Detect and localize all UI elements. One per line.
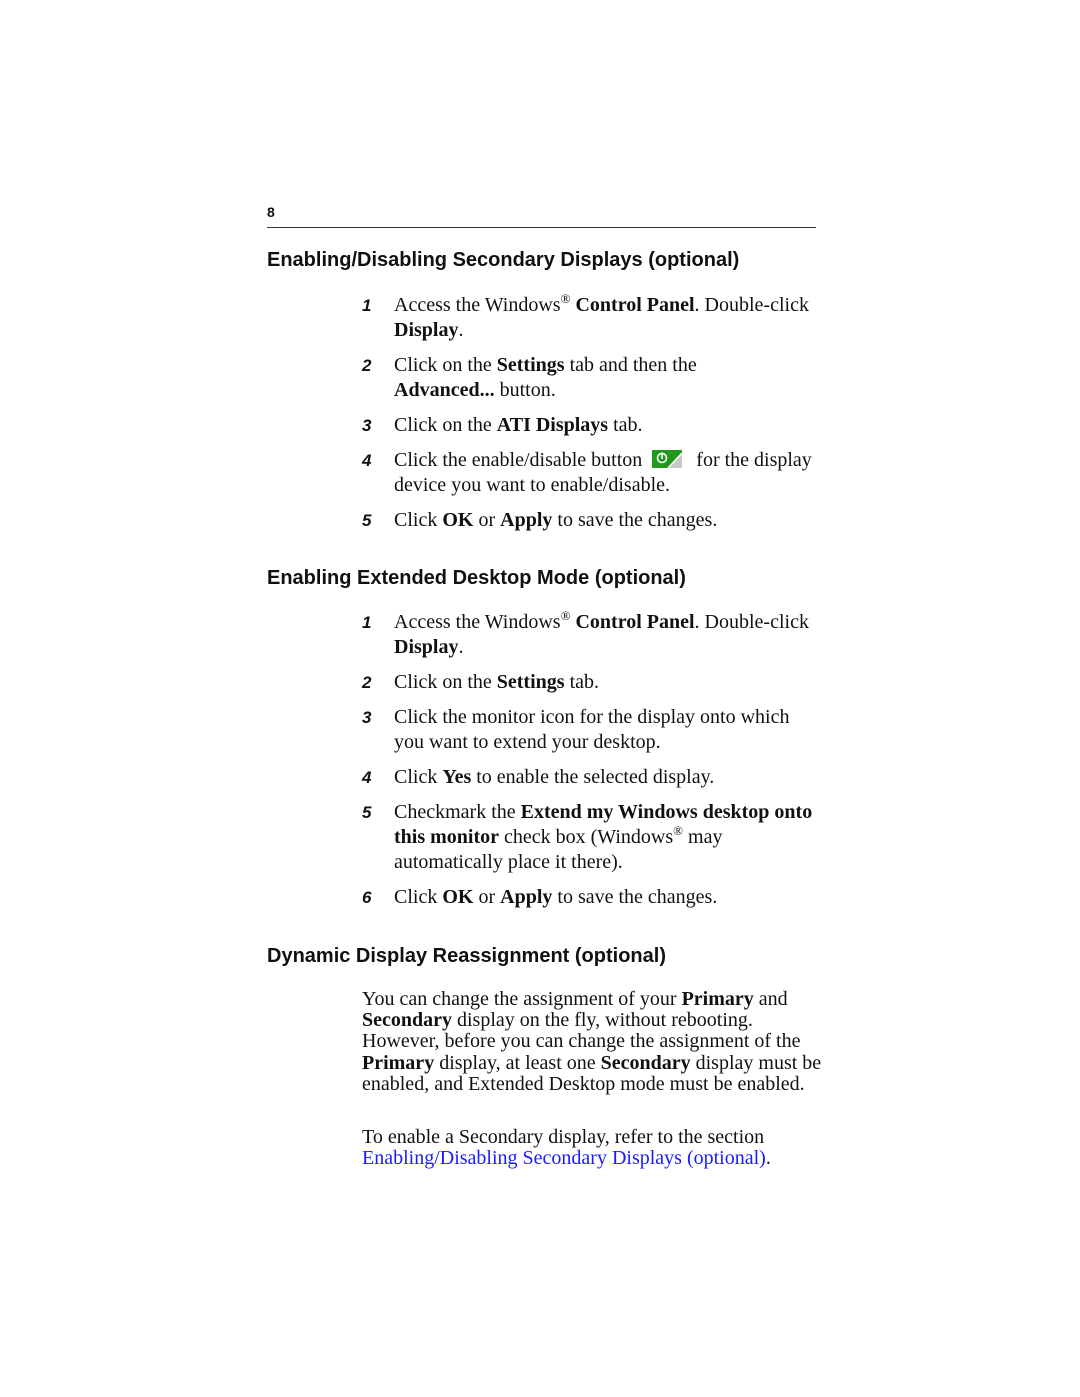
step-text: Click Yes to enable the selected display… (394, 766, 715, 788)
step-item: 3 Click on the ATI Displays tab. (362, 413, 822, 438)
body-paragraph-reference: To enable a Secondary display, refer to … (362, 1126, 771, 1170)
step-number: 5 (362, 803, 372, 822)
section-heading-dynamic-reassignment: Dynamic Display Reassignment (optional) (267, 945, 666, 967)
step-number: 4 (362, 768, 372, 787)
steps-list-extended-desktop: 1 Access the Windows® Control Panel. Dou… (362, 608, 822, 920)
header-rule (267, 227, 816, 228)
step-text: Click the monitor icon for the display o… (394, 706, 790, 753)
step-text: Click on the Settings tab. (394, 671, 599, 693)
step-item: 2 Click on the Settings tab. (362, 670, 822, 695)
steps-list-enable-disable: 1 Access the Windows® Control Panel. Dou… (362, 291, 822, 543)
step-text: Click on the Settings tab and then the A… (394, 354, 697, 401)
step-number: 3 (362, 416, 372, 435)
step-text: Click on the ATI Displays tab. (394, 414, 643, 436)
step-number: 2 (362, 673, 372, 692)
step-number: 4 (362, 451, 372, 470)
step-text: Click OK or Apply to save the changes. (394, 886, 718, 908)
step-text: Click the enable/disable button for the d… (394, 449, 812, 496)
step-item: 1 Access the Windows® Control Panel. Dou… (362, 291, 822, 343)
section-heading-extended-desktop: Enabling Extended Desktop Mode (optional… (267, 567, 686, 589)
step-text: Access the Windows® Control Panel. Doubl… (394, 291, 809, 341)
page-number: 8 (267, 204, 275, 220)
step-number: 2 (362, 356, 372, 375)
step-item: 5 Checkmark the Extend my Windows deskto… (362, 800, 822, 875)
step-item: 4 Click Yes to enable the selected displ… (362, 765, 822, 790)
step-item: 3 Click the monitor icon for the display… (362, 705, 822, 755)
step-number: 1 (362, 296, 372, 315)
section-heading-enable-disable: Enabling/Disabling Secondary Displays (o… (267, 249, 740, 271)
section-cross-reference-link[interactable]: Enabling/Disabling Secondary Displays (o… (362, 1147, 766, 1169)
step-number: 5 (362, 511, 372, 530)
enable-disable-button-icon (652, 450, 683, 469)
step-number: 6 (362, 888, 372, 907)
step-item: 5 Click OK or Apply to save the changes. (362, 508, 822, 533)
step-text: Click OK or Apply to save the changes. (394, 509, 718, 531)
step-item: 2 Click on the Settings tab and then the… (362, 353, 822, 403)
step-item: 1 Access the Windows® Control Panel. Dou… (362, 608, 822, 660)
body-paragraph: You can change the assignment of your Pr… (362, 988, 822, 1095)
step-item: 4 Click the enable/disable button for the… (362, 448, 822, 498)
step-text: Checkmark the Extend my Windows desktop … (394, 801, 813, 873)
step-number: 1 (362, 613, 372, 632)
step-text: Access the Windows® Control Panel. Doubl… (394, 608, 809, 658)
step-item: 6 Click OK or Apply to save the changes. (362, 885, 822, 910)
step-number: 3 (362, 708, 372, 727)
